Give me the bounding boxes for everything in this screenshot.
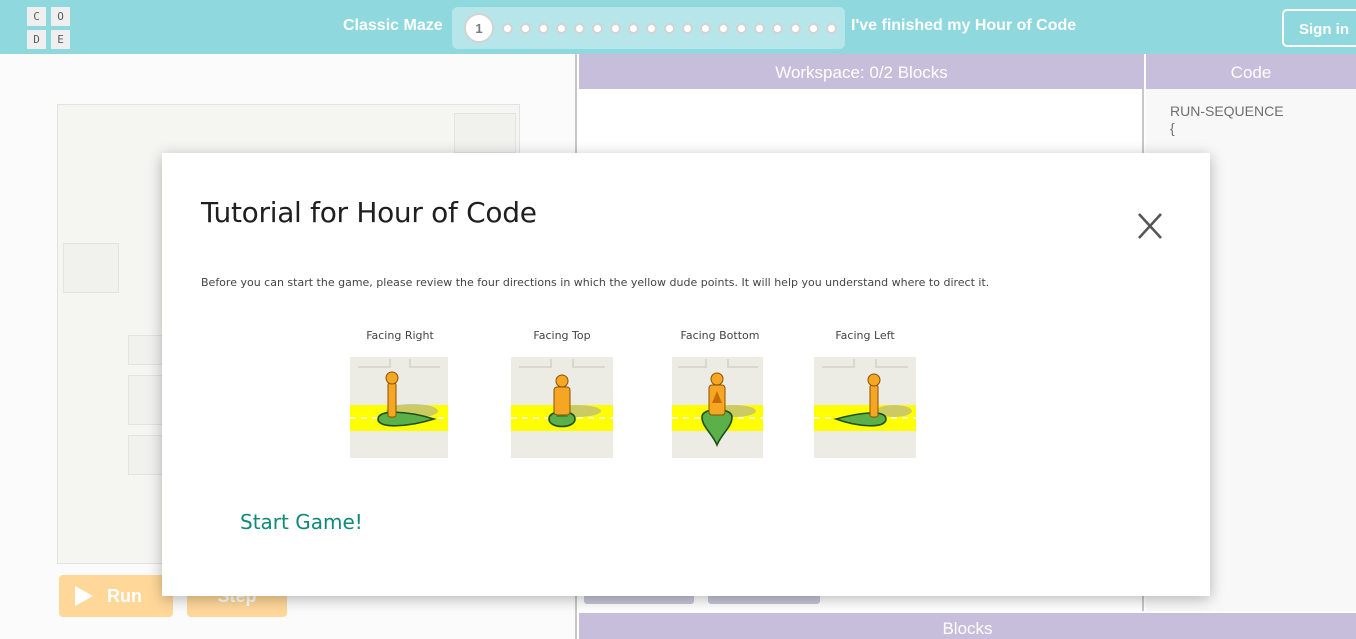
level-dot[interactable]	[610, 23, 621, 34]
logo-letter-o: O	[51, 7, 70, 26]
play-icon	[75, 586, 93, 606]
level-dot[interactable]	[646, 23, 657, 34]
maze-wall	[454, 113, 516, 153]
level-dot[interactable]	[574, 23, 585, 34]
start-game-link[interactable]: Start Game!	[240, 510, 363, 534]
direction-facing-top: Facing Top	[511, 329, 613, 458]
level-dot[interactable]	[826, 23, 837, 34]
current-level-bubble[interactable]: 1	[464, 13, 494, 43]
level-dot[interactable]	[736, 23, 747, 34]
direction-facing-bottom: Facing Bottom	[672, 329, 768, 458]
dialog-description: Before you can start the game, please re…	[201, 276, 990, 289]
level-dot[interactable]	[754, 23, 765, 34]
sign-in-button[interactable]: Sign in	[1282, 9, 1356, 47]
close-icon[interactable]	[1136, 211, 1164, 241]
code-header: Code	[1146, 54, 1356, 89]
character-facing-top-icon	[511, 357, 613, 458]
direction-facing-left: Facing Left	[814, 329, 916, 458]
level-dot[interactable]	[700, 23, 711, 34]
finished-hour-of-code-link[interactable]: I've finished my Hour of Code	[851, 17, 1076, 35]
dialog-title: Tutorial for Hour of Code	[201, 196, 537, 229]
level-dot[interactable]	[790, 23, 801, 34]
level-dot[interactable]	[592, 23, 603, 34]
level-dot[interactable]	[502, 23, 513, 34]
direction-label: Facing Top	[533, 329, 591, 342]
top-header: C O D E Classic Maze 1 I've finished my …	[0, 0, 1356, 54]
puzzle-name: Classic Maze	[343, 17, 443, 34]
level-dot[interactable]	[664, 23, 675, 34]
level-dot[interactable]	[682, 23, 693, 34]
direction-label: Facing Bottom	[680, 329, 760, 342]
blocks-header: Blocks	[579, 613, 1356, 639]
level-progress: 1	[452, 7, 845, 49]
level-dot[interactable]	[718, 23, 729, 34]
maze-wall	[63, 243, 119, 293]
code-line: RUN-SEQUENCE	[1170, 103, 1284, 119]
direction-facing-right: Facing Right	[350, 329, 450, 458]
logo-letter-d: D	[27, 30, 46, 49]
level-dot[interactable]	[520, 23, 531, 34]
level-dot[interactable]	[538, 23, 549, 34]
character-facing-right-icon	[350, 357, 448, 458]
level-dot[interactable]	[628, 23, 639, 34]
level-dot[interactable]	[556, 23, 567, 34]
run-button-label: Run	[107, 585, 142, 606]
code-org-logo[interactable]: C O D E	[27, 7, 73, 49]
workspace-header: Workspace: 0/2 Blocks	[579, 54, 1144, 89]
character-facing-left-icon	[814, 357, 916, 458]
tutorial-dialog: Tutorial for Hour of Code Before you can…	[162, 153, 1210, 596]
level-dot[interactable]	[772, 23, 783, 34]
direction-label: Facing Right	[366, 329, 434, 342]
direction-label: Facing Left	[835, 329, 895, 342]
run-button[interactable]: Run	[59, 575, 173, 617]
code-line: {	[1170, 120, 1175, 136]
level-dot[interactable]	[808, 23, 819, 34]
logo-letter-e: E	[51, 30, 70, 49]
character-facing-bottom-icon	[672, 357, 763, 458]
logo-letter-c: C	[27, 7, 46, 26]
